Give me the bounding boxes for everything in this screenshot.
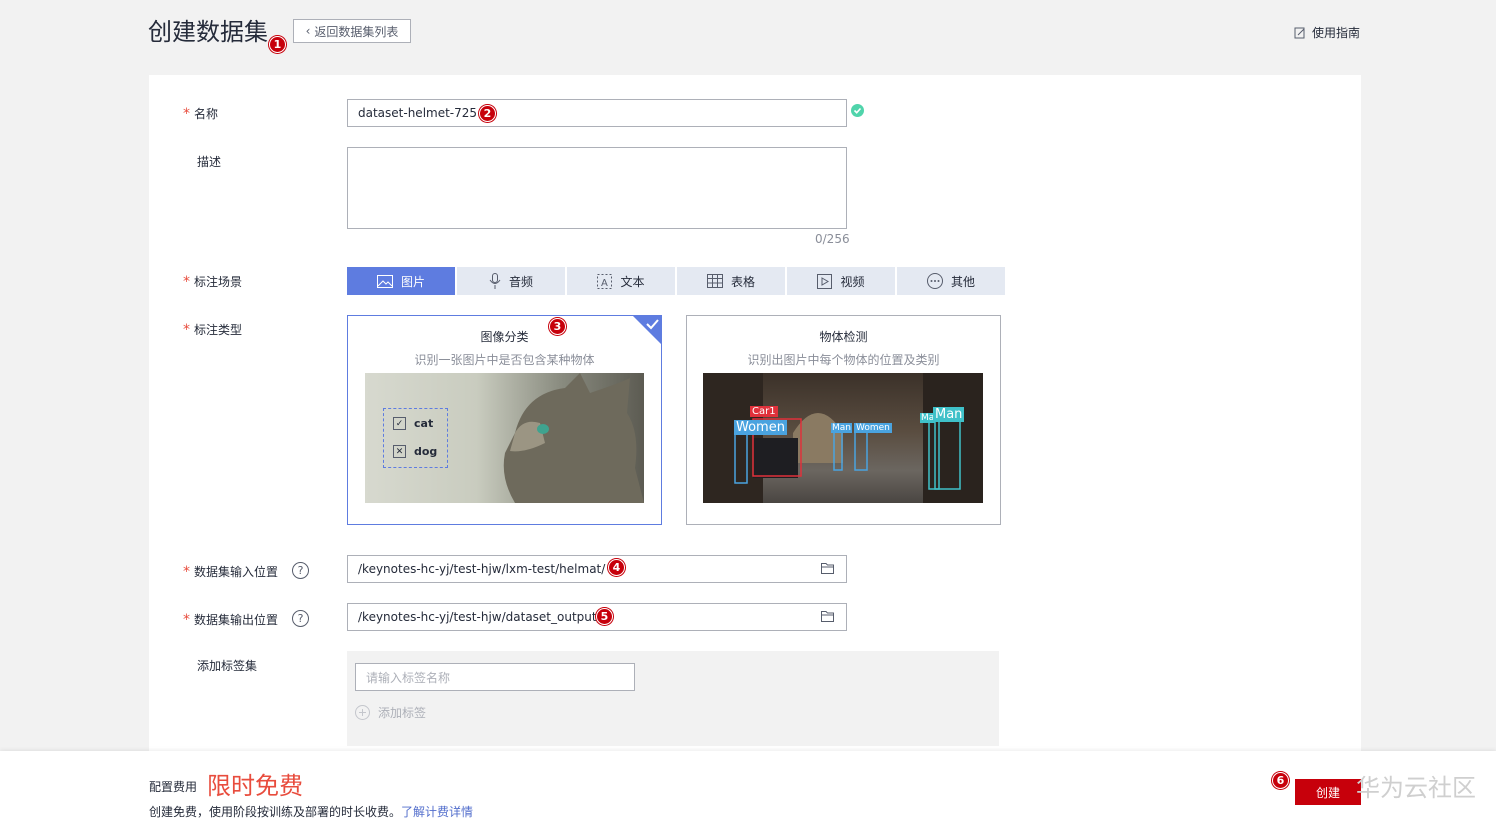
label-man-1: Man	[831, 423, 852, 433]
tab-video-label: 视频	[840, 274, 865, 289]
checkbox-x-icon: ✕	[393, 445, 406, 458]
pricing-details-link[interactable]: 了解计费详情	[401, 803, 473, 820]
type-desc-classification: 识别一张图片中是否包含某种物体	[414, 353, 595, 367]
add-tag-button[interactable]: 添加标签	[355, 704, 426, 721]
option-cat: ✓ cat	[393, 417, 433, 430]
folder-icon[interactable]	[821, 562, 834, 574]
tab-audio-label: 音频	[508, 274, 533, 289]
type-card-classification[interactable]: 图像分类 识别一张图片中是否包含某种物体 ✓ cat ✕ dog	[347, 315, 662, 525]
back-to-list-button[interactable]: ‹ 返回数据集列表	[293, 19, 411, 43]
guide-link[interactable]: 使用指南	[1294, 24, 1360, 41]
label-man-2: Man	[933, 407, 965, 422]
name-label: 名称	[183, 105, 218, 122]
cat-example-image: ✓ cat ✕ dog	[365, 373, 644, 503]
help-icon[interactable]: ?	[292, 562, 309, 579]
tab-image-label: 图片	[400, 274, 425, 289]
microphone-icon	[489, 273, 501, 289]
step-marker-6: 6	[1272, 772, 1289, 789]
label-women-1: Women	[734, 420, 787, 435]
step-marker-4: 4	[608, 559, 625, 576]
step-marker-5: 5	[596, 608, 613, 625]
input-location-label: 数据集输入位置	[183, 563, 278, 580]
name-input[interactable]: dataset-helmet-725	[347, 99, 847, 127]
video-icon	[817, 273, 833, 289]
watermark: 华为云社区	[1356, 774, 1476, 802]
tab-audio[interactable]: 音频	[457, 267, 565, 295]
tagset-label: 添加标签集	[197, 659, 258, 673]
option-dog-label: dog	[414, 445, 438, 458]
step-marker-1: 1	[269, 36, 286, 53]
type-desc-detection: 识别出图片中每个物体的位置及类别	[747, 353, 940, 367]
fee-note-text: 创建免费，使用阶段按训练及部署的时长收费。	[149, 805, 402, 819]
street-example-image: Car1 Women Man Women Ma Man	[703, 373, 983, 503]
fee-value: 限时免费	[207, 772, 303, 800]
tab-text[interactable]: A 文本	[567, 267, 675, 295]
guide-label: 使用指南	[1311, 26, 1360, 40]
tab-text-label: 文本	[620, 274, 645, 289]
type-title-classification: 图像分类	[480, 330, 529, 344]
output-location-value: /keynotes-hc-yj/test-hjw/dataset_output/	[358, 610, 601, 624]
tab-other-label: 其他	[950, 274, 975, 289]
street-illustration	[703, 373, 983, 503]
step-marker-2: 2	[479, 105, 496, 122]
desc-counter: 0/256	[815, 232, 850, 246]
fee-label: 配置费用	[149, 780, 198, 794]
back-to-list-label: 返回数据集列表	[314, 24, 399, 39]
image-icon	[376, 274, 393, 288]
table-icon	[706, 274, 723, 288]
text-icon: A	[597, 273, 613, 289]
tab-other[interactable]: 其他	[897, 267, 1005, 295]
scene-label: 标注场景	[183, 273, 242, 290]
input-location-value: /keynotes-hc-yj/test-hjw/lxm-test/helmat…	[358, 562, 606, 576]
step-marker-3: 3	[549, 318, 566, 335]
checkbox-checked-icon: ✓	[393, 417, 406, 430]
tag-name-placeholder: 请输入标签名称	[366, 670, 451, 685]
scene-tabs: 图片 音频 A 文本 表格 视频 其他	[347, 267, 1005, 295]
type-title-detection: 物体检测	[819, 330, 868, 344]
input-location-field[interactable]: /keynotes-hc-yj/test-hjw/lxm-test/helmat…	[347, 555, 847, 583]
label-women-2: Women	[854, 423, 892, 433]
desc-textarea[interactable]	[347, 147, 847, 229]
type-label: 标注类型	[183, 321, 242, 338]
tab-table[interactable]: 表格	[677, 267, 785, 295]
svg-text:A: A	[601, 278, 608, 289]
tag-name-input[interactable]: 请输入标签名称	[355, 663, 635, 691]
create-button[interactable]: 创建	[1295, 779, 1361, 805]
classification-box: ✓ cat ✕ dog	[383, 408, 448, 468]
check-circle-icon	[851, 104, 864, 117]
selected-corner-icon	[632, 315, 662, 345]
option-dog: ✕ dog	[393, 445, 437, 458]
page-title: 创建数据集	[148, 18, 268, 46]
type-card-detection[interactable]: 物体检测 识别出图片中每个物体的位置及类别 Car1 Women Man Wom…	[686, 315, 1001, 525]
desc-label: 描述	[197, 155, 222, 169]
label-car1: Car1	[750, 406, 778, 417]
plus-circle-icon	[355, 705, 370, 720]
tab-table-label: 表格	[730, 274, 755, 289]
option-cat-label: cat	[414, 417, 434, 430]
folder-icon[interactable]	[821, 610, 834, 622]
help-icon[interactable]: ?	[292, 610, 309, 627]
chevron-left-icon: ‹	[305, 24, 311, 38]
name-input-value: dataset-helmet-725	[358, 106, 478, 120]
tab-video[interactable]: 视频	[787, 267, 895, 295]
add-tag-label: 添加标签	[378, 706, 427, 720]
edit-doc-icon	[1294, 27, 1305, 38]
more-icon	[926, 273, 943, 289]
tab-image[interactable]: 图片	[347, 267, 455, 295]
output-location-label: 数据集输出位置	[183, 611, 278, 628]
fee-note: 创建免费，使用阶段按训练及部署的时长收费。 了解计费详情	[149, 803, 473, 820]
